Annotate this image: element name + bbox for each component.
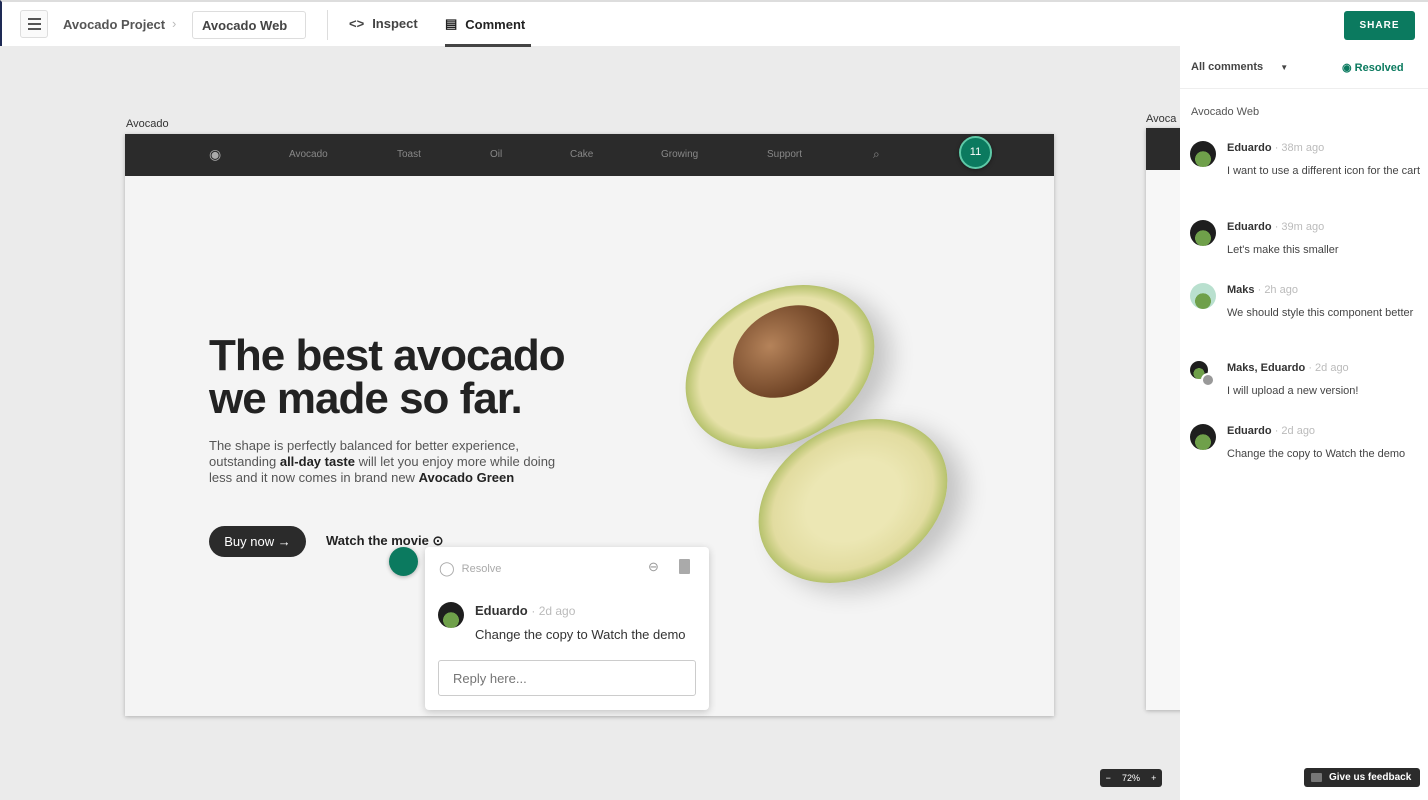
- nav-item[interactable]: Toast: [397, 149, 421, 160]
- trash-icon[interactable]: [679, 559, 690, 574]
- buy-now-button[interactable]: Buy now →: [209, 526, 306, 557]
- share-button[interactable]: SHARE: [1344, 11, 1415, 40]
- resolved-toggle[interactable]: ◉ Resolved: [1342, 61, 1404, 74]
- nav-item[interactable]: Growing: [661, 149, 698, 160]
- caret-down-icon: ▼: [1280, 63, 1289, 72]
- nav-item[interactable]: Oil: [490, 149, 502, 160]
- feedback-button[interactable]: Give us feedback: [1304, 768, 1420, 787]
- comments-panel: All comments ▼ ◉ Resolved Avocado Web Ed…: [1180, 46, 1428, 800]
- comment-text: Change the copy to Watch the demo: [475, 627, 686, 642]
- avatar: [438, 602, 464, 628]
- chat-icon: [1311, 773, 1322, 782]
- zoom-level: 72%: [1121, 773, 1140, 783]
- check-circle-icon: ◯: [439, 560, 455, 576]
- top-bar: Avocado Project › Avocado Web <> Inspect …: [0, 0, 1428, 47]
- tab-comment[interactable]: ▤ Comment: [445, 16, 525, 32]
- nav-item[interactable]: Cake: [570, 149, 593, 160]
- nav-item[interactable]: Avocado: [289, 149, 328, 160]
- hero-body: The shape is perfectly balanced for bett…: [209, 438, 556, 485]
- zoom-control: − 72% +: [1100, 769, 1162, 787]
- section-title: Avocado Web: [1191, 106, 1260, 118]
- watch-movie-link[interactable]: Watch the movie ⊙: [326, 533, 443, 549]
- comment-icon: ▤: [445, 16, 458, 31]
- comment-author: Eduardo · 2d ago: [475, 603, 576, 618]
- artboard2-label: Avoca: [1146, 113, 1177, 125]
- nav-item[interactable]: Support: [767, 149, 802, 160]
- code-icon: <>: [349, 16, 365, 31]
- tab-inspect[interactable]: <> Inspect: [349, 16, 418, 31]
- link-icon[interactable]: ⊖: [648, 559, 659, 575]
- active-tab-indicator: [445, 44, 531, 47]
- divider: [327, 10, 328, 40]
- zoom-in-button[interactable]: +: [1151, 773, 1156, 783]
- menu-button[interactable]: [20, 10, 48, 38]
- zoom-out-button[interactable]: −: [1106, 773, 1111, 783]
- site-nav: ◉ Avocado Toast Oil Cake Growing Support…: [125, 134, 1054, 176]
- file-name[interactable]: Avocado Web: [192, 11, 306, 39]
- chevron-right-icon: ›: [172, 16, 177, 31]
- avocado-logo-icon: ◉: [209, 146, 222, 162]
- resolve-button[interactable]: ◯ Resolve: [439, 560, 501, 577]
- hero-title: The best avocado we made so far.: [209, 331, 566, 423]
- play-icon: ⊙: [432, 533, 444, 548]
- comment-filter-dropdown[interactable]: All comments ▼: [1191, 61, 1288, 73]
- artboard-label: Avocado: [126, 118, 169, 130]
- search-icon[interactable]: ⌕: [873, 147, 880, 162]
- comment-pin[interactable]: [389, 547, 418, 576]
- breadcrumb-project[interactable]: Avocado Project: [63, 17, 165, 32]
- comment-count-badge[interactable]: 11: [959, 136, 992, 169]
- eye-icon: ◉: [1342, 62, 1352, 74]
- comment-popup: ◯ Resolve ⊖ Eduardo · 2d ago Change the c…: [425, 547, 709, 710]
- reply-input[interactable]: [438, 660, 696, 696]
